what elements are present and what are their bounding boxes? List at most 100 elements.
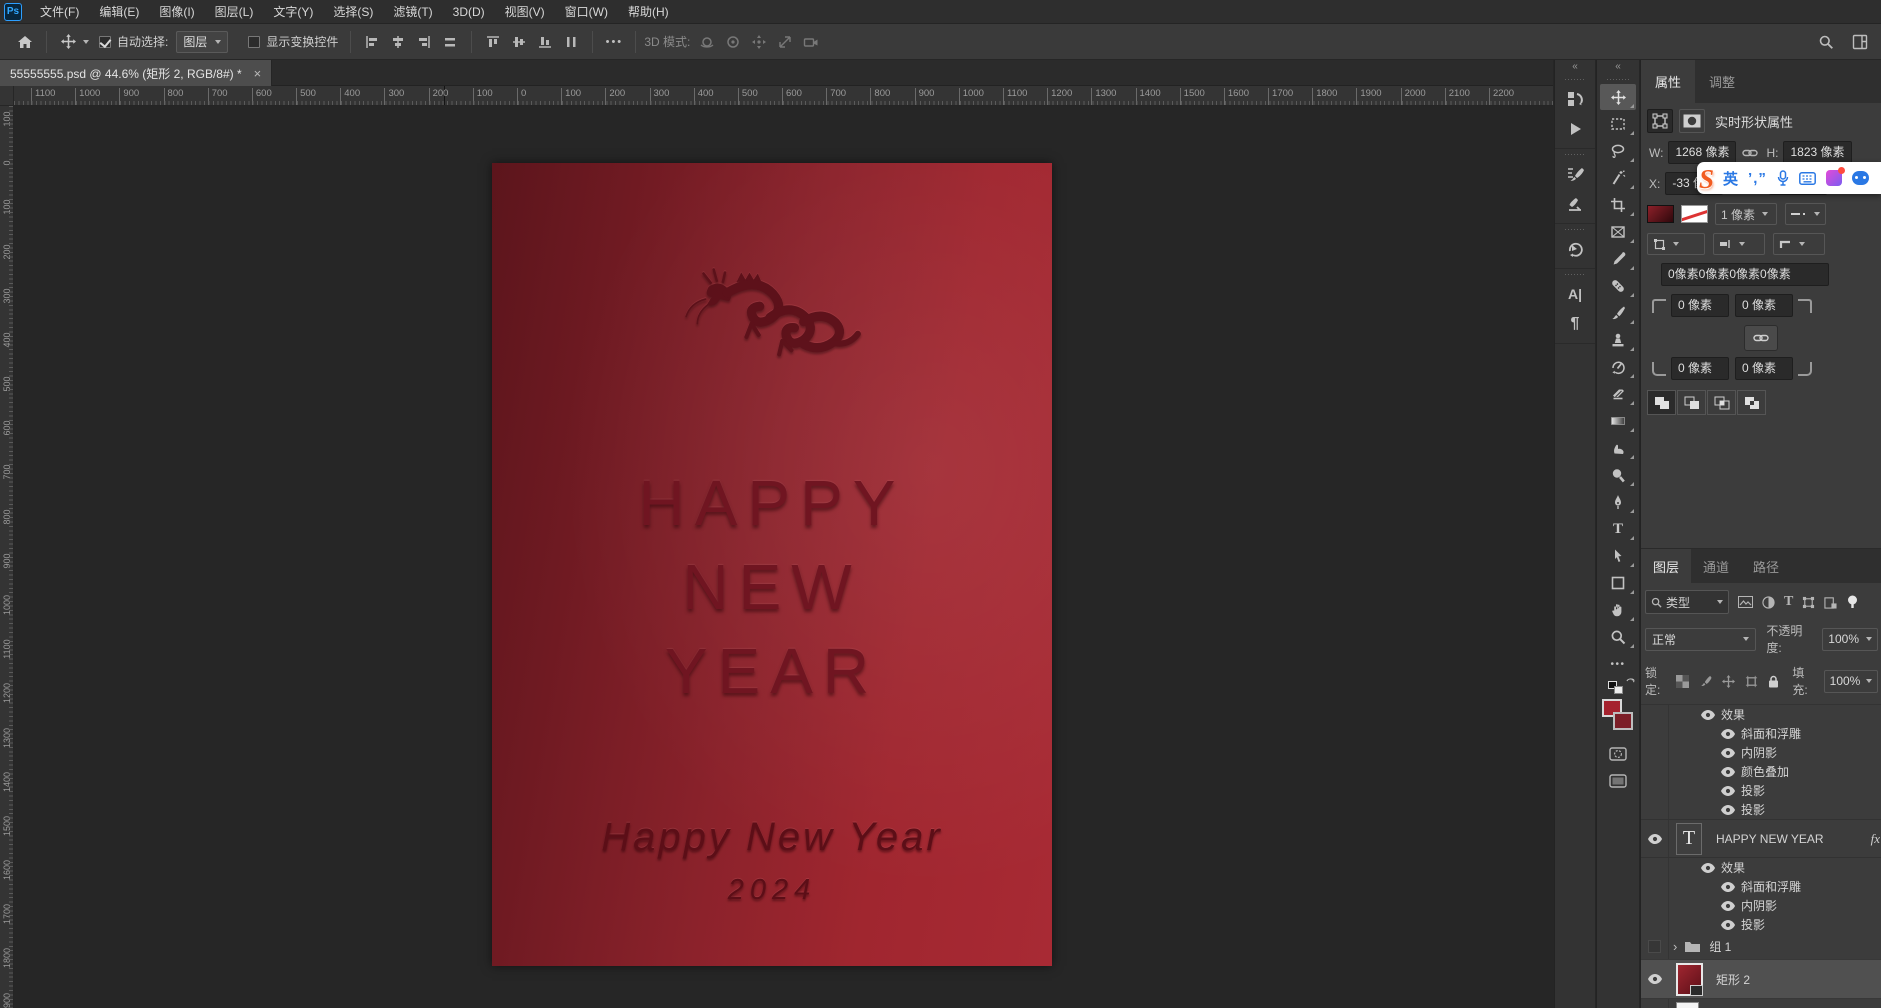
pathfinder-intersect-icon[interactable] (1707, 390, 1736, 415)
lock-transparency-icon[interactable] (1676, 675, 1689, 688)
panel-grip[interactable] (1564, 273, 1586, 276)
panel-grip[interactable] (1564, 228, 1586, 231)
menu-item-view[interactable]: 视图(V) (495, 5, 555, 19)
hand-tool[interactable] (1600, 597, 1636, 623)
smudge-tool[interactable] (1600, 435, 1636, 461)
dodge-tool[interactable] (1600, 462, 1636, 488)
layer-effects-header[interactable]: 效果 (1641, 705, 1881, 724)
filter-adjustment-layers-icon[interactable] (1762, 596, 1775, 609)
layer-effect-item[interactable]: 斜面和浮雕 (1641, 877, 1881, 896)
tab-adjustments[interactable]: 调整 (1695, 60, 1749, 103)
menu-item-type[interactable]: 文字(Y) (263, 5, 323, 19)
rotate-view-panel-icon[interactable] (1555, 234, 1595, 264)
filter-shape-layers-icon[interactable] (1802, 596, 1815, 609)
menu-item-3d[interactable]: 3D(D) (443, 5, 495, 19)
document-tab[interactable]: 55555555.psd @ 44.6% (矩形 2, RGB/8#) * × (0, 60, 272, 86)
marquee-tool[interactable] (1600, 111, 1636, 137)
magic-wand-tool[interactable] (1600, 165, 1636, 191)
brush-tool[interactable] (1600, 300, 1636, 326)
history-brush-tool[interactable] (1600, 354, 1636, 380)
edit-toolbar-icon[interactable]: ••• (1600, 651, 1636, 677)
filter-toggle-icon[interactable] (1846, 595, 1859, 609)
3d-slide-icon[interactable] (774, 31, 796, 53)
layer-effects-header[interactable]: 效果 (1641, 858, 1881, 877)
brush-settings-panel-icon[interactable] (1555, 159, 1595, 189)
filter-pixel-layers-icon[interactable] (1738, 596, 1753, 608)
ime-punctuation-toggle[interactable]: ’,” (1748, 170, 1767, 187)
visibility-eye-icon[interactable] (1721, 748, 1735, 758)
shape-layer-thumbnail[interactable] (1676, 963, 1703, 996)
layer-effect-item[interactable]: 投影 (1641, 781, 1881, 800)
align-left-icon[interactable] (361, 31, 383, 53)
distribute-h-icon[interactable] (439, 31, 461, 53)
height-field[interactable]: 1823 像素 (1783, 141, 1851, 164)
eyedropper-tool[interactable] (1600, 246, 1636, 272)
pathfinder-subtract-icon[interactable] (1677, 390, 1706, 415)
text-layer-thumbnail[interactable]: T (1676, 823, 1702, 855)
lock-pixels-icon[interactable] (1699, 675, 1712, 688)
pathfinder-exclude-icon[interactable] (1737, 390, 1766, 415)
layer-row-background[interactable]: 背景 (1641, 999, 1881, 1008)
background-color-swatch[interactable] (1613, 712, 1633, 730)
history-panel-icon[interactable] (1555, 84, 1595, 114)
fill-dropdown[interactable]: 100% (1824, 670, 1878, 693)
show-transform-checkbox[interactable] (248, 36, 260, 48)
tab-layers[interactable]: 图层 (1641, 549, 1691, 583)
ime-skin-icon[interactable] (1826, 170, 1842, 186)
ime-keyboard-icon[interactable] (1799, 172, 1816, 185)
rectangle-tool[interactable] (1600, 570, 1636, 596)
blend-mode-dropdown[interactable]: 正常 (1645, 628, 1756, 651)
toolbar-grip[interactable] (1606, 78, 1630, 81)
menu-item-select[interactable]: 选择(S) (323, 5, 383, 19)
screen-mode-icon[interactable] (1600, 768, 1636, 794)
visibility-eye-icon[interactable] (1721, 786, 1735, 796)
collapse-panels-icon[interactable]: « (1555, 60, 1595, 74)
filter-type-layers-icon[interactable]: T (1784, 594, 1793, 610)
fill-color-swatch[interactable] (1647, 205, 1674, 223)
3d-drag-icon[interactable] (748, 31, 770, 53)
background-thumbnail[interactable] (1676, 1002, 1699, 1008)
align-center-h-icon[interactable] (387, 31, 409, 53)
3d-camera-icon[interactable] (800, 31, 822, 53)
visibility-eye-icon[interactable] (1701, 710, 1715, 720)
gradient-tool[interactable] (1600, 408, 1636, 434)
visibility-eye-icon[interactable] (1721, 805, 1735, 815)
visibility-eye-icon[interactable] (1721, 729, 1735, 739)
layer-effect-item[interactable]: 内阴影 (1641, 743, 1881, 762)
sogou-logo-icon[interactable]: S (1699, 164, 1714, 195)
3d-roll-icon[interactable] (722, 31, 744, 53)
canvas-area[interactable]: HAPPY NEW YEAR Happy New Year 2024 (14, 106, 1553, 1008)
character-panel-icon[interactable]: A| (1555, 279, 1595, 309)
paragraph-panel-icon[interactable]: ¶ (1555, 309, 1595, 339)
menu-item-image[interactable]: 图像(I) (149, 5, 204, 19)
color-swatches[interactable] (1600, 699, 1636, 733)
layer-row-shape[interactable]: 矩形 2 (1641, 960, 1881, 999)
tab-paths[interactable]: 路径 (1741, 549, 1791, 583)
close-tab-icon[interactable]: × (254, 66, 262, 81)
visibility-eye-icon[interactable] (1721, 901, 1735, 911)
link-corner-radii-icon[interactable] (1744, 325, 1778, 351)
menu-item-filter[interactable]: 滤镜(T) (383, 5, 442, 19)
align-middle-icon[interactable] (508, 31, 530, 53)
expand-group-icon[interactable]: › (1673, 939, 1677, 954)
stroke-width-dropdown[interactable]: 1 像素 (1715, 203, 1777, 225)
stroke-align-dropdown[interactable] (1647, 233, 1705, 255)
workspace-switcher-icon[interactable] (1849, 31, 1871, 53)
fx-badge[interactable]: fx (1871, 831, 1880, 847)
collapse-toolbar-icon[interactable]: « (1597, 60, 1639, 74)
layer-effect-item[interactable]: 颜色叠加 (1641, 762, 1881, 781)
visibility-eye-icon[interactable] (1721, 767, 1735, 777)
layer-row-text[interactable]: THAPPY NEW YEARfx (1641, 819, 1881, 858)
auto-select-checkbox[interactable] (99, 36, 111, 48)
eraser-tool[interactable] (1600, 381, 1636, 407)
layer-effect-item[interactable]: 斜面和浮雕 (1641, 724, 1881, 743)
3d-orbit-icon[interactable] (696, 31, 718, 53)
horizontal-ruler[interactable]: 1100100090080070060050040030020010001002… (14, 86, 1553, 106)
live-shape-icon[interactable] (1647, 109, 1673, 133)
ime-toolbar[interactable]: S 英 ’,” (1697, 162, 1881, 194)
home-icon[interactable] (14, 31, 36, 53)
clone-stamp-tool[interactable] (1600, 327, 1636, 353)
menu-item-help[interactable]: 帮助(H) (618, 5, 679, 19)
stroke-corner-dropdown[interactable] (1773, 233, 1825, 255)
corner-br-field[interactable]: 0 像素 (1735, 357, 1793, 380)
